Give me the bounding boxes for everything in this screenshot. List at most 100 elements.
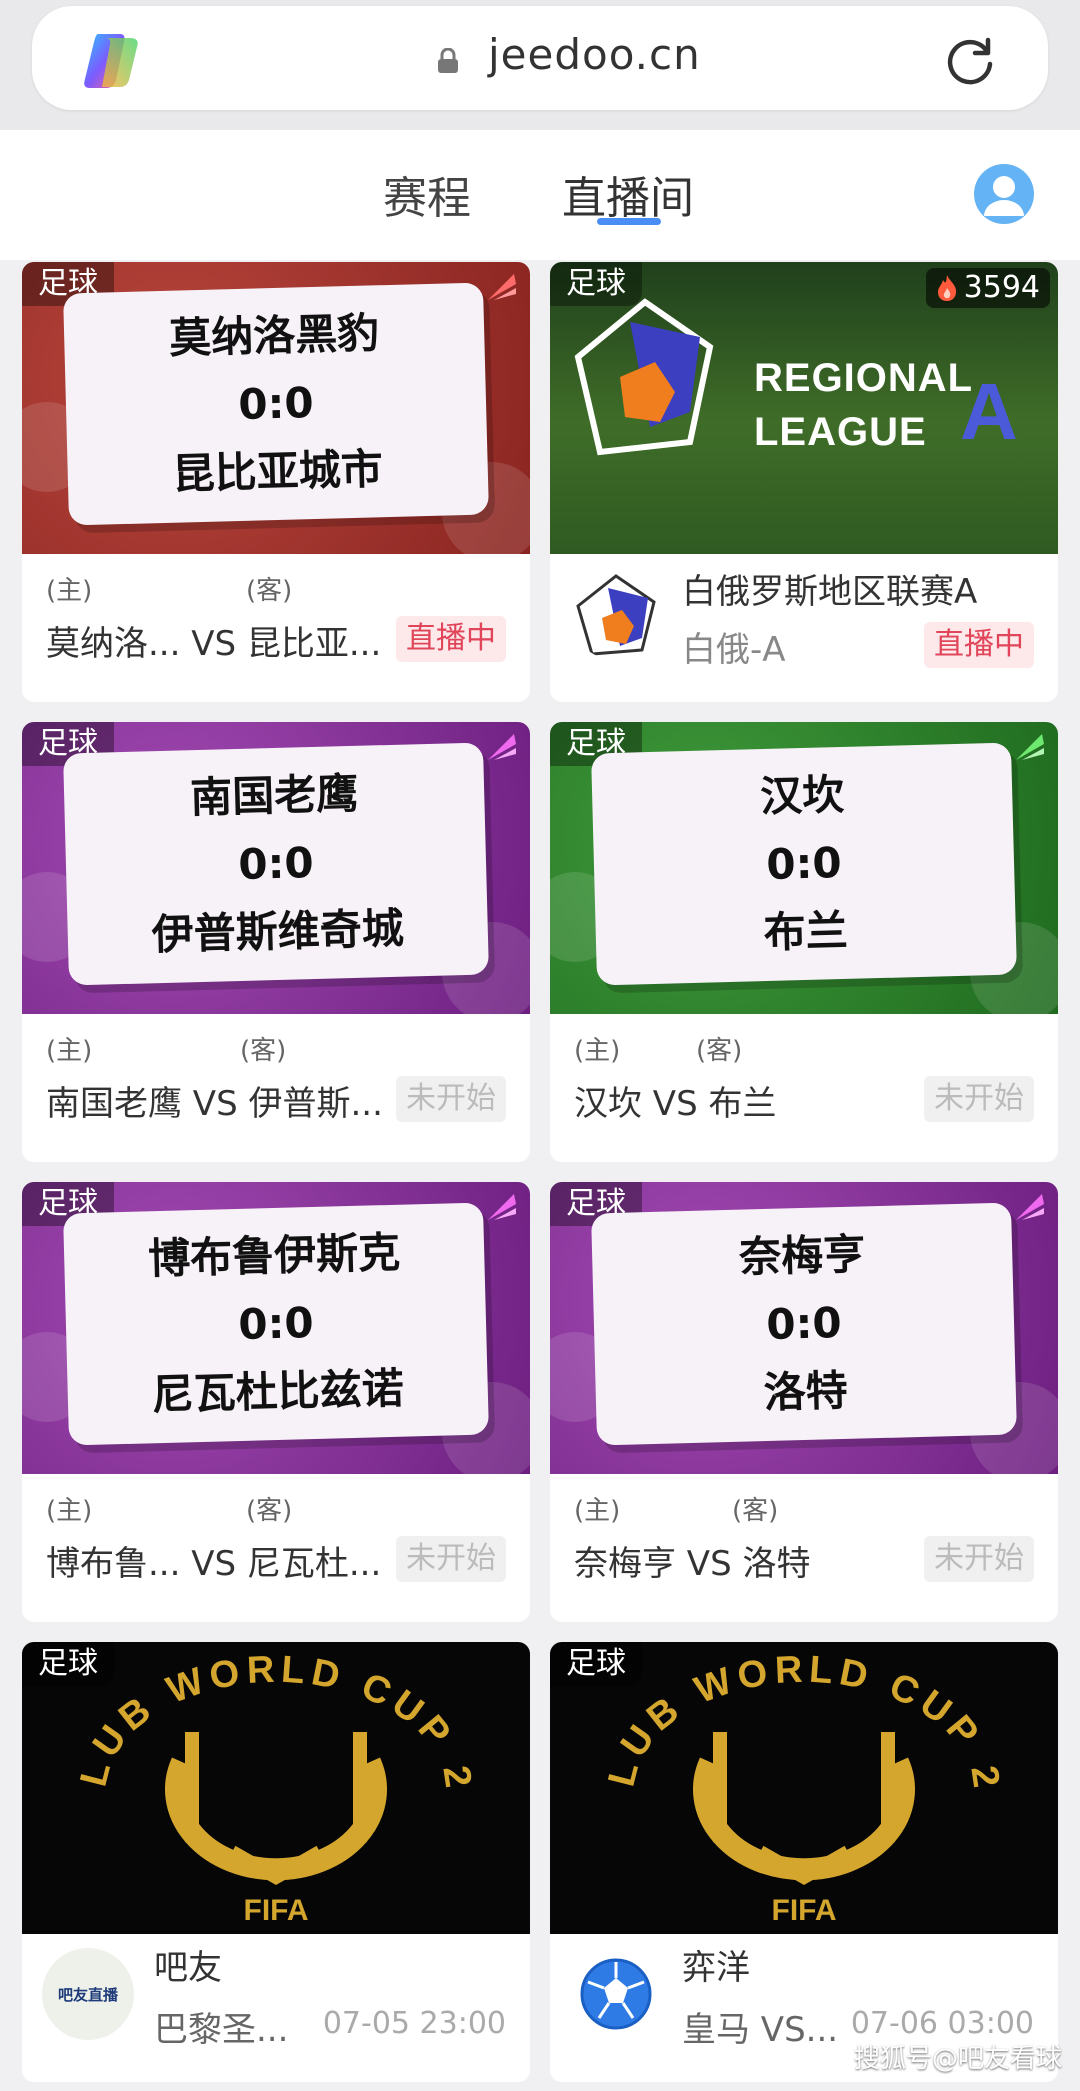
- status-badge: 直播中: [924, 622, 1034, 668]
- away-team-name: 昆比亚城市: [172, 444, 384, 499]
- banner-line1: REGIONAL: [754, 356, 974, 400]
- score-panel: 汉坎 0:0 布兰: [591, 742, 1017, 986]
- streamer-avatar-text: 吧友直播: [57, 1985, 118, 2004]
- tab-live-room[interactable]: 直播间: [562, 162, 694, 226]
- score: 0:0: [765, 1298, 843, 1349]
- match-card[interactable]: 足球 莫纳洛黑豹 0:0 昆比亚城市 (主) (客) 莫纳洛... VS 昆比亚…: [22, 262, 530, 702]
- match-info: (主) (客) 南国老鹰 VS 伊普斯... 未开始: [22, 1014, 530, 1162]
- league-logo-icon: [574, 298, 714, 456]
- away-label: (客): [246, 576, 293, 606]
- club-world-cup-banner: CLUB WORLD CUP 25 FIFA 足球: [22, 1642, 530, 1934]
- stream-card[interactable]: CLUB WORLD CUP 25 FIFA 足球 吧友直播 吧友 巴黎圣...…: [22, 1642, 530, 2082]
- home-team-name: 汉坎: [759, 769, 845, 822]
- corner-flag-icon: [488, 274, 516, 300]
- away-team-name: 伊普斯维奇城: [151, 903, 405, 960]
- streamer-name: 吧友: [154, 1948, 222, 1988]
- source-watermark: 搜狐号@吧友看球: [853, 2044, 1062, 2074]
- sport-tag: 足球: [22, 1642, 114, 1686]
- home-label: (主): [574, 1496, 621, 1526]
- user-avatar-icon[interactable]: [974, 164, 1034, 224]
- match-title: 奈梅亨 VS 洛特: [574, 1544, 811, 1584]
- away-team-name: 布兰: [763, 905, 849, 958]
- league-info: 白俄罗斯地区联赛A 白俄-A 直播中: [550, 554, 1058, 702]
- match-card[interactable]: 足球 博布鲁伊斯克 0:0 尼瓦杜比兹诺 (主) (客) 博布鲁... VS 尼…: [22, 1182, 530, 1622]
- score-panel: 博布鲁伊斯克 0:0 尼瓦杜比兹诺: [63, 1202, 489, 1446]
- match-thumbnail: 足球 奈梅亨 0:0 洛特: [550, 1182, 1058, 1474]
- home-label: (主): [574, 1036, 621, 1066]
- league-card[interactable]: REGIONAL LEAGUE A 足球 3594 白俄罗斯地区联赛A 白俄-A…: [550, 262, 1058, 702]
- address-bar[interactable]: jeedoo.cn: [32, 6, 1048, 110]
- stream-title: 巴黎圣...: [154, 2010, 289, 2050]
- home-team-name: 莫纳洛黑豹: [168, 308, 380, 363]
- viewer-count-value: 3594: [963, 270, 1040, 305]
- brand-text: FIFA: [772, 1894, 837, 1927]
- home-team-name: 南国老鹰: [189, 768, 359, 823]
- streamer-name: 弈洋: [682, 1948, 750, 1988]
- corner-flag-icon: [1016, 1194, 1044, 1220]
- away-team-name: 洛特: [763, 1365, 849, 1418]
- status-badge: 未开始: [396, 1076, 506, 1122]
- soccer-ball-avatar-icon: [570, 1948, 662, 2040]
- home-label: (主): [46, 576, 93, 606]
- score-panel: 奈梅亨 0:0 洛特: [591, 1202, 1017, 1446]
- match-title: 南国老鹰 VS 伊普斯...: [46, 1084, 383, 1124]
- score-panel: 莫纳洛黑豹 0:0 昆比亚城市: [63, 282, 489, 526]
- match-title: 莫纳洛... VS 昆比亚...: [46, 624, 382, 664]
- score: 0:0: [237, 1298, 315, 1349]
- match-thumbnail: 足球 汉坎 0:0 布兰: [550, 722, 1058, 1014]
- sport-tag: 足球: [550, 1642, 642, 1686]
- match-info: (主) (客) 博布鲁... VS 尼瓦杜... 未开始: [22, 1474, 530, 1622]
- home-label: (主): [46, 1036, 93, 1066]
- url-text[interactable]: jeedoo.cn: [488, 30, 701, 79]
- banner-letter: A: [960, 367, 1018, 456]
- match-title: 博布鲁... VS 尼瓦杜...: [46, 1544, 382, 1584]
- home-label: (主): [46, 1496, 93, 1526]
- match-card[interactable]: 足球 汉坎 0:0 布兰 (主) (客) 汉坎 VS 布兰 未开始: [550, 722, 1058, 1162]
- match-thumbnail: 足球 南国老鹰 0:0 伊普斯维奇城: [22, 722, 530, 1014]
- page-nav: 赛程 直播间: [0, 130, 1080, 260]
- score-panel: 南国老鹰 0:0 伊普斯维奇城: [63, 742, 489, 986]
- away-label: (客): [696, 1036, 743, 1066]
- reload-icon[interactable]: [942, 34, 998, 90]
- sport-tag: 足球: [550, 262, 642, 306]
- status-badge: 未开始: [396, 1536, 506, 1582]
- corner-flag-icon: [488, 734, 516, 760]
- match-card[interactable]: 足球 南国老鹰 0:0 伊普斯维奇城 (主) (客) 南国老鹰 VS 伊普斯..…: [22, 722, 530, 1162]
- brand-text: FIFA: [244, 1894, 309, 1927]
- league-short-name: 白俄-A: [682, 630, 786, 670]
- status-badge: 直播中: [396, 616, 506, 662]
- score: 0:0: [237, 838, 315, 889]
- home-team-name: 奈梅亨: [738, 1229, 866, 1282]
- match-thumbnail: 足球 博布鲁伊斯克 0:0 尼瓦杜比兹诺: [22, 1182, 530, 1474]
- corner-flag-icon: [488, 1194, 516, 1220]
- score: 0:0: [765, 838, 843, 889]
- league-banner: REGIONAL LEAGUE A 足球 3594: [550, 262, 1058, 554]
- viewer-count: 3594: [925, 268, 1050, 308]
- away-label: (客): [240, 1036, 287, 1066]
- status-badge: 未开始: [924, 1536, 1034, 1582]
- match-thumbnail: 足球 莫纳洛黑豹 0:0 昆比亚城市: [22, 262, 530, 554]
- away-label: (客): [246, 1496, 293, 1526]
- match-info: (主) (客) 莫纳洛... VS 昆比亚... 直播中: [22, 554, 530, 702]
- stream-card[interactable]: CLUB WORLD CUP 25 FIFA 足球 弈洋 皇马 VS... 07…: [550, 1642, 1058, 2082]
- stream-time: 07-06 03:00: [850, 2006, 1034, 2041]
- away-label: (客): [732, 1496, 779, 1526]
- match-info: (主) (客) 奈梅亨 VS 洛特 未开始: [550, 1474, 1058, 1622]
- browser-toolbar: jeedoo.cn: [0, 0, 1080, 130]
- copilot-icon[interactable]: [80, 32, 142, 90]
- match-card[interactable]: 足球 奈梅亨 0:0 洛特 (主) (客) 奈梅亨 VS 洛特 未开始: [550, 1182, 1058, 1622]
- fire-icon: [937, 275, 956, 301]
- away-team-name: 尼瓦杜比兹诺: [151, 1363, 405, 1420]
- stream-title: 皇马 VS...: [682, 2010, 839, 2050]
- score: 0:0: [237, 378, 315, 429]
- banner-line2: LEAGUE: [754, 410, 927, 454]
- streamer-avatar: 吧友直播: [42, 1948, 134, 2040]
- stream-time: 07-05 23:00: [322, 2006, 506, 2041]
- active-tab-indicator: [597, 218, 661, 225]
- club-world-cup-banner: CLUB WORLD CUP 25 FIFA 足球: [550, 1642, 1058, 1934]
- tab-schedule[interactable]: 赛程: [383, 162, 471, 226]
- league-name: 白俄罗斯地区联赛A: [682, 572, 978, 612]
- stream-info: 吧友直播 吧友 巴黎圣... 07-05 23:00: [22, 1934, 530, 2082]
- corner-flag-icon: [1016, 734, 1044, 760]
- status-badge: 未开始: [924, 1076, 1034, 1122]
